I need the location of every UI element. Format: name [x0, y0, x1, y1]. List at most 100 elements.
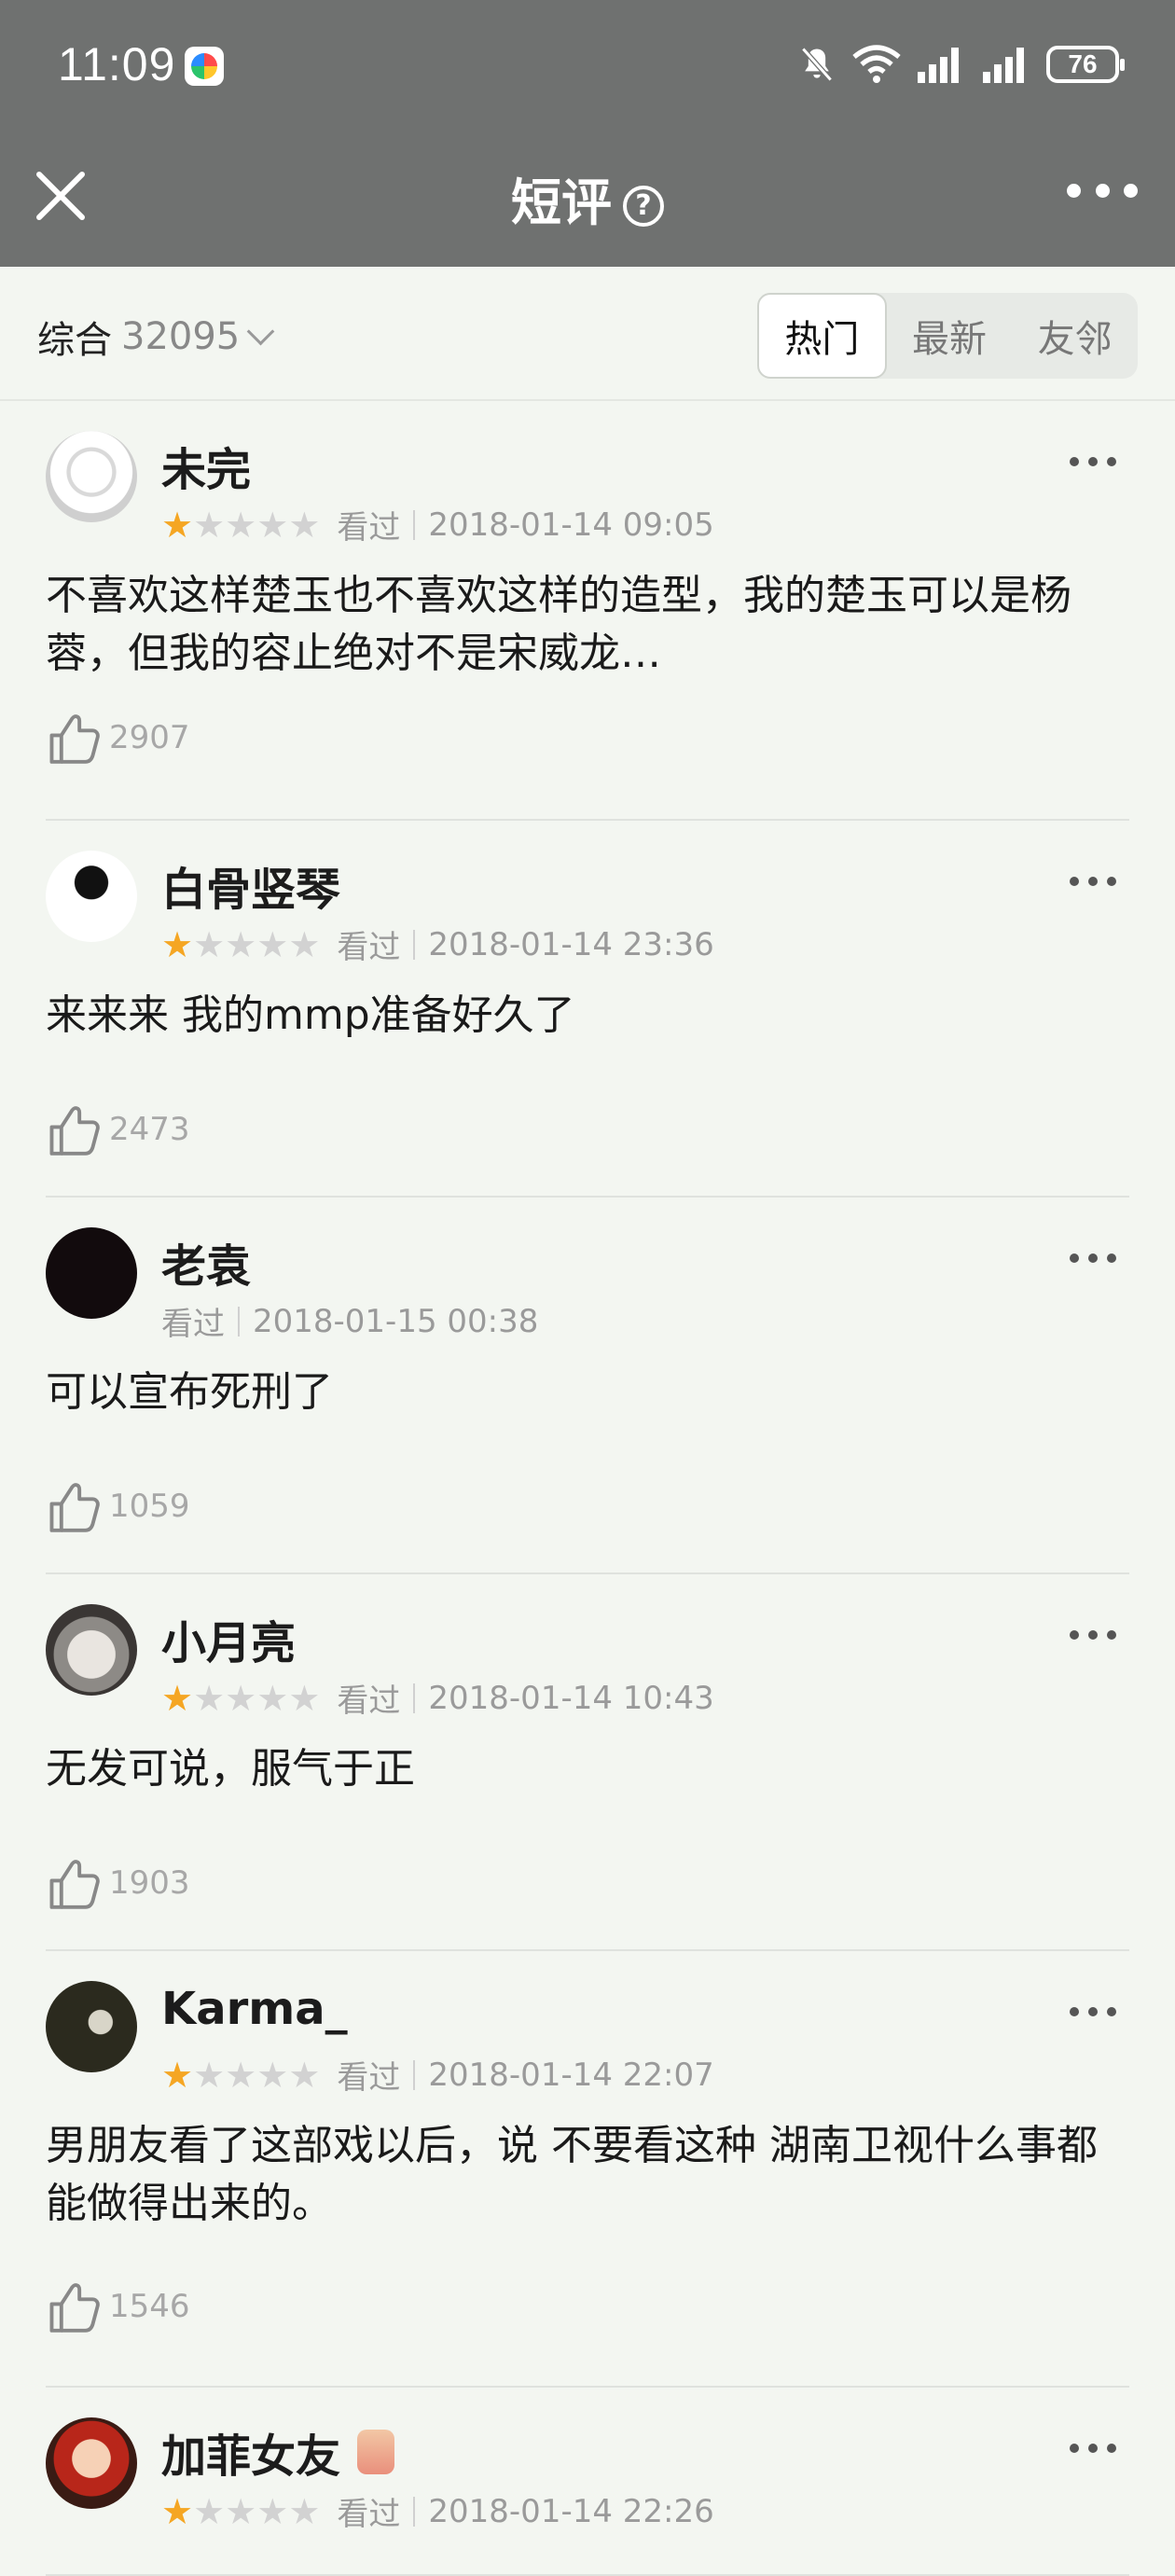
star-empty-icon: ★ — [225, 2054, 257, 2096]
username[interactable]: 未完 — [161, 433, 251, 498]
star-empty-icon: ★ — [193, 2490, 226, 2532]
more-options-icon[interactable] — [1070, 877, 1116, 890]
star-empty-icon: ★ — [225, 504, 257, 546]
chevron-down-icon — [246, 317, 275, 345]
page-title-wrap: 短评? — [0, 161, 1175, 235]
avatar[interactable] — [46, 851, 137, 942]
star-filled-icon: ★ — [161, 504, 194, 546]
tab-friends[interactable]: 友邻 — [1012, 293, 1138, 379]
help-icon[interactable]: ? — [623, 186, 664, 228]
watch-status: 看过 — [161, 1306, 225, 1343]
star-empty-icon: ★ — [225, 2490, 257, 2532]
like-count: 2907 — [109, 719, 190, 756]
like-button[interactable]: 2473 — [46, 1101, 190, 1158]
wifi-icon — [852, 45, 901, 83]
comment-text: 无发可说，服气于正 — [46, 1745, 415, 1793]
signal-icon-2 — [983, 48, 1024, 83]
star-filled-icon: ★ — [161, 923, 194, 965]
comment-meta: ★ ★ ★ ★ ★ 看过 2018-01-14 10:43 — [161, 1675, 714, 1721]
like-button[interactable]: 1903 — [46, 1854, 190, 1912]
more-options-icon[interactable] — [1070, 1253, 1116, 1267]
comment-item: 小月亮 ★ ★ ★ ★ ★ 看过 2018-01-14 10:43 无发可说，服气于正 … — [46, 1574, 1129, 1951]
avatar[interactable] — [46, 1227, 137, 1319]
star-empty-icon: ★ — [256, 2490, 289, 2532]
comment-item: 白骨竖琴 ★ ★ ★ ★ ★ 看过 2018-01-14 23:36 来来来 我的mmp… — [46, 821, 1129, 1198]
comment-time: 2018-01-14 22:07 — [428, 2056, 714, 2094]
avatar[interactable] — [46, 1604, 137, 1696]
star-filled-icon: ★ — [161, 1677, 194, 1719]
watch-status: 看过 — [337, 1683, 401, 1720]
divider — [238, 1306, 240, 1336]
star-empty-icon: ★ — [256, 923, 289, 965]
user-badge-icon — [357, 2430, 395, 2474]
watch-status: 看过 — [337, 929, 401, 966]
like-count: 1903 — [109, 1864, 190, 1902]
like-count: 1059 — [109, 1488, 190, 1525]
star-empty-icon: ★ — [288, 923, 321, 965]
more-options-icon[interactable] — [1070, 2007, 1116, 2020]
rating-stars: ★ ★ ★ ★ ★ — [161, 2057, 320, 2093]
comment-text: 男朋友看了这部戏以后，说 不要看这种 湖南卫视什么事都能做得出来的。 — [46, 2122, 1098, 2227]
username[interactable]: 小月亮 — [161, 1606, 296, 1671]
rating-stars: ★ ★ ★ ★ ★ — [161, 1681, 320, 1716]
username-text: Karma_ — [161, 1983, 348, 2035]
star-filled-icon: ★ — [161, 2054, 194, 2096]
comment-text: 可以宣布死刑了 — [46, 1368, 333, 1416]
username[interactable]: 加菲女友 — [161, 2419, 395, 2485]
divider — [413, 1683, 416, 1713]
comment-time: 2018-01-14 23:36 — [428, 925, 714, 963]
username[interactable]: Karma_ — [161, 1983, 348, 2035]
watch-status: 看过 — [337, 2059, 401, 2097]
avatar[interactable] — [46, 2417, 137, 2509]
comment-text: 来来来 我的mmp准备好久了 — [46, 991, 575, 1039]
more-options-icon[interactable] — [1070, 2444, 1116, 2457]
status-time: 11:09 — [58, 38, 176, 90]
bell-muted-icon — [801, 47, 833, 82]
username-text: 老袁 — [161, 1240, 252, 1293]
comment-item: 加菲女友 ★ ★ ★ ★ ★ 看过 2018-01-14 22:26 — [46, 2388, 1129, 2576]
signal-icon — [918, 48, 959, 83]
more-options-icon[interactable] — [1070, 1630, 1116, 1643]
watch-status: 看过 — [337, 2496, 401, 2533]
tab-latest[interactable]: 最新 — [887, 293, 1013, 379]
star-empty-icon: ★ — [256, 504, 289, 546]
username-text: 小月亮 — [161, 1617, 297, 1669]
more-options-icon[interactable] — [1070, 457, 1116, 470]
divider — [413, 2059, 416, 2090]
username-text: 白骨竖琴 — [161, 864, 341, 916]
tab-hot[interactable]: 热门 — [757, 293, 887, 379]
star-empty-icon: ★ — [288, 2054, 321, 2096]
battery-indicator: 76 — [1046, 46, 1125, 83]
like-button[interactable]: 1059 — [46, 1477, 190, 1535]
comment-meta: ★ ★ ★ ★ ★ 看过 2018-01-14 22:07 — [161, 2052, 714, 2098]
star-empty-icon: ★ — [256, 1677, 289, 1719]
watch-status: 看过 — [337, 509, 401, 547]
review-count: 32095 — [121, 315, 241, 358]
thumbs-up-icon — [49, 1483, 100, 1532]
star-empty-icon: ★ — [193, 504, 226, 546]
star-empty-icon: ★ — [288, 1677, 321, 1719]
star-empty-icon: ★ — [256, 2054, 289, 2096]
filter-bar: 综合 32095 热门 最新 友邻 — [0, 267, 1175, 401]
avatar[interactable] — [46, 431, 137, 522]
rating-stars: ★ ★ ★ ★ ★ — [161, 507, 320, 543]
comment-time: 2018-01-15 00:38 — [253, 1302, 539, 1340]
username[interactable]: 白骨竖琴 — [161, 852, 340, 918]
username[interactable]: 老袁 — [161, 1229, 251, 1295]
avatar[interactable] — [46, 1981, 137, 2072]
username-text: 加菲女友 — [161, 2431, 341, 2483]
status-icons: 76 — [796, 41, 1125, 88]
like-button[interactable]: 2907 — [46, 709, 190, 767]
star-empty-icon: ★ — [193, 2054, 226, 2096]
sort-dropdown[interactable]: 综合 32095 — [37, 310, 275, 364]
comment-time: 2018-01-14 09:05 — [428, 506, 714, 544]
more-options-icon[interactable] — [1067, 176, 1138, 204]
star-empty-icon: ★ — [288, 2490, 321, 2532]
rating-stars: ★ ★ ★ ★ ★ — [161, 2494, 320, 2529]
comment-item: 老袁 看过 2018-01-15 00:38 可以宣布死刑了 1059 — [46, 1198, 1129, 1574]
like-button[interactable]: 1546 — [46, 2278, 190, 2335]
comment-list: 未完 ★ ★ ★ ★ ★ 看过 2018-01-14 09:05 不喜欢这样楚玉也不喜欢… — [0, 401, 1175, 2576]
star-empty-icon: ★ — [225, 923, 257, 965]
comment-meta: ★ ★ ★ ★ ★ 看过 2018-01-14 23:36 — [161, 921, 714, 967]
thumbs-up-icon — [49, 2283, 100, 2333]
